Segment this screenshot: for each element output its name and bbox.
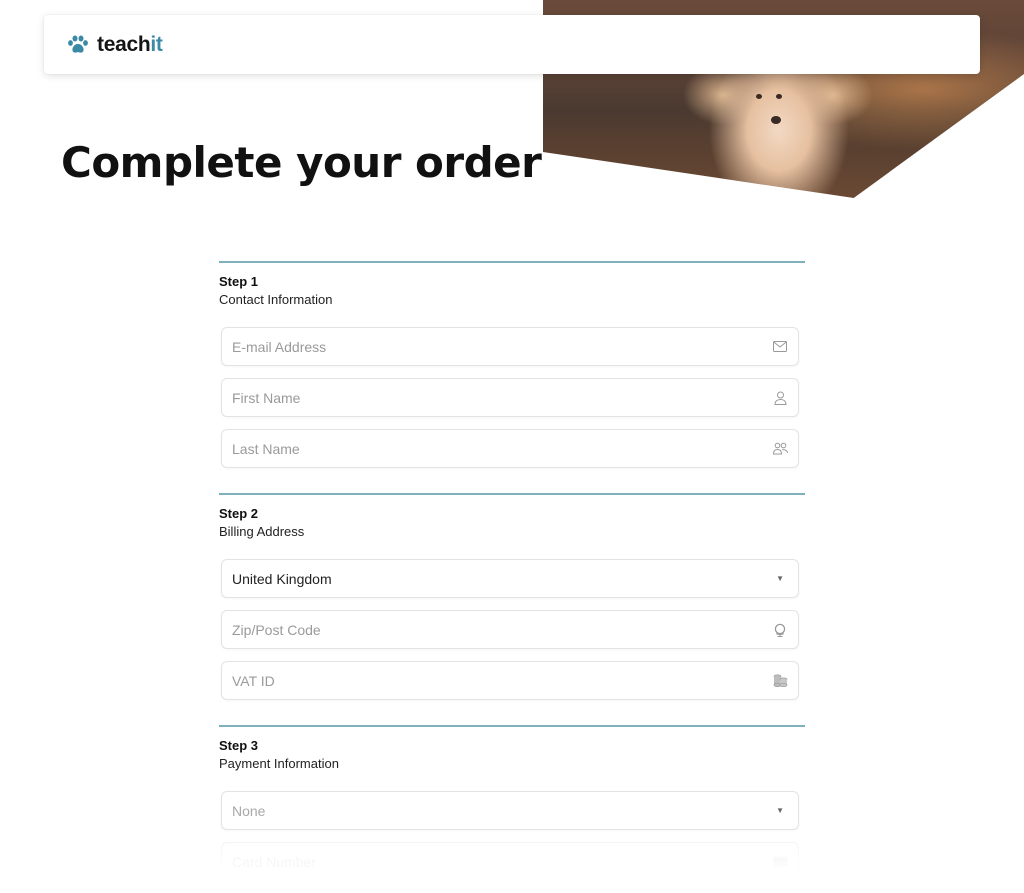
brand-name-accent: it: [150, 32, 163, 56]
globe-icon: [772, 623, 788, 637]
brand-logo-link[interactable]: teachit: [67, 33, 163, 57]
zip-code-field[interactable]: [221, 610, 799, 649]
step-contact-information: Step 1 Contact Information: [219, 261, 805, 468]
step-payment-information: Step 3 Payment Information None ▼: [219, 725, 805, 881]
step-number: Step 2: [219, 506, 259, 521]
first-name-field[interactable]: [221, 378, 799, 417]
step-label: Billing Address: [219, 524, 305, 539]
country-selected-value: United Kingdom: [232, 570, 332, 587]
first-name-input[interactable]: [232, 389, 772, 406]
step-label: Payment Information: [219, 756, 339, 771]
mail-icon: [772, 340, 788, 354]
step-label: Contact Information: [219, 292, 333, 307]
email-input[interactable]: [232, 338, 772, 355]
credit-card-icon: [772, 855, 788, 869]
checkout-form: Step 1 Contact Information E-mail Addres…: [219, 261, 805, 881]
page-title: Complete your order: [61, 138, 542, 187]
user-icon: [772, 391, 788, 405]
puppy-eyes: [756, 94, 782, 100]
brand-name-main: teach: [97, 32, 151, 56]
payment-method-select[interactable]: None ▼: [221, 791, 799, 830]
top-navigation-bar: teachit: [44, 15, 980, 74]
step-number: Step 3: [219, 738, 259, 753]
last-name-input[interactable]: [232, 440, 772, 457]
brand-name: teachit: [97, 33, 163, 57]
last-name-field[interactable]: [221, 429, 799, 468]
zip-code-input[interactable]: [232, 621, 772, 638]
card-number-input[interactable]: [232, 853, 772, 870]
users-icon: [772, 442, 788, 456]
puppy-nose: [771, 116, 781, 124]
country-select[interactable]: United Kingdom ▼: [221, 559, 799, 598]
step-number: Step 1: [219, 274, 259, 289]
vat-id-input[interactable]: [232, 672, 772, 689]
caret-down-icon[interactable]: ▼: [776, 806, 784, 815]
coins-icon: [772, 674, 788, 688]
email-field[interactable]: [221, 327, 799, 366]
caret-down-icon[interactable]: ▼: [776, 574, 784, 583]
card-number-field[interactable]: [221, 842, 799, 881]
vat-id-field[interactable]: [221, 661, 799, 700]
payment-method-selected-value: None: [232, 802, 266, 819]
paw-icon: [67, 35, 89, 55]
step-billing-address: Step 2 Billing Address United Kingdom ▼: [219, 493, 805, 700]
